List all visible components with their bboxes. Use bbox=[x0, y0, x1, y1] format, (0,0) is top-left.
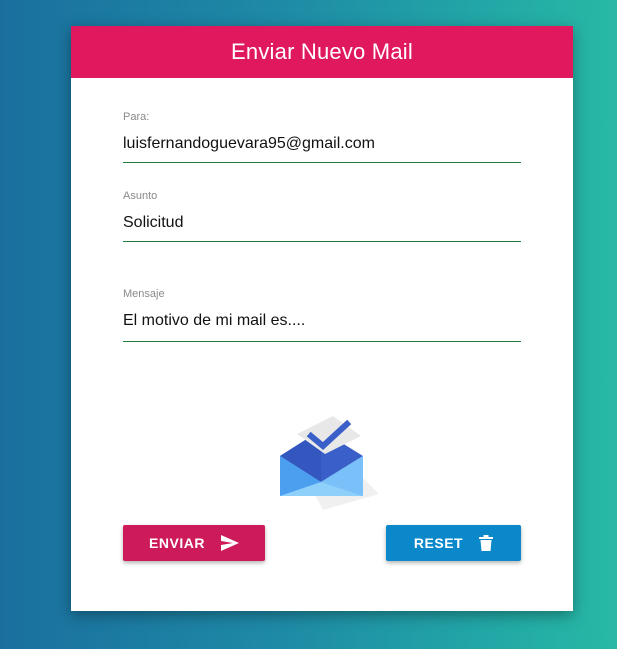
inbox-envelope-check-icon bbox=[275, 406, 395, 510]
asunto-field-group: Asunto bbox=[123, 190, 521, 242]
enviar-button[interactable]: ENVIAR bbox=[123, 525, 265, 561]
card-header: Enviar Nuevo Mail bbox=[71, 26, 573, 78]
para-field-group: Para: bbox=[123, 111, 521, 163]
trash-icon bbox=[479, 535, 494, 551]
para-input[interactable] bbox=[123, 135, 521, 163]
enviar-button-label: ENVIAR bbox=[149, 535, 205, 551]
asunto-input[interactable] bbox=[123, 214, 521, 242]
mail-form-card: Enviar Nuevo Mail Para: Asunto Mensaje bbox=[71, 26, 573, 611]
mensaje-input[interactable] bbox=[123, 312, 521, 342]
reset-button[interactable]: RESET bbox=[386, 525, 521, 561]
page-title: Enviar Nuevo Mail bbox=[231, 39, 413, 64]
mensaje-label: Mensaje bbox=[123, 288, 165, 300]
reset-button-label: RESET bbox=[413, 535, 464, 551]
mensaje-field-group: Mensaje bbox=[123, 288, 521, 342]
para-label: Para: bbox=[123, 111, 150, 123]
send-icon bbox=[220, 535, 239, 551]
asunto-label: Asunto bbox=[123, 190, 158, 202]
